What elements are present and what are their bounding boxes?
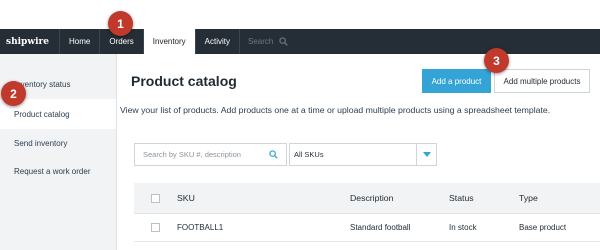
select-all-checkbox[interactable]: [151, 193, 160, 203]
search-icon[interactable]: [279, 37, 289, 46]
nav-item-activity[interactable]: Activity: [196, 29, 241, 54]
sku-search-input[interactable]: Search by SKU #, description: [134, 143, 287, 166]
nav-search[interactable]: Search: [240, 29, 296, 54]
column-header-status[interactable]: Status: [449, 193, 519, 203]
page-description: View your list of products. Add products…: [120, 105, 551, 115]
top-navbar: shipwire Home Orders Inventory Activity …: [0, 29, 600, 54]
add-product-button[interactable]: Add a product: [422, 69, 491, 93]
description-cell: Standard football: [350, 223, 411, 232]
add-multiple-products-button[interactable]: Add multiple products: [494, 69, 590, 93]
sku-cell[interactable]: FOOTBALL1: [177, 223, 350, 232]
search-icon[interactable]: [269, 150, 278, 159]
nav-item-home[interactable]: Home: [60, 29, 101, 54]
sku-filter-value: All SKUs: [294, 150, 324, 159]
table-row[interactable]: FOOTBALL1 Standard football In stock Bas…: [134, 214, 600, 242]
row-checkbox[interactable]: [151, 223, 160, 232]
main-content: Product catalog Add a product Add multip…: [117, 54, 600, 250]
column-header-type[interactable]: Type: [519, 193, 589, 203]
product-table: SKU Description Status Type FOOTBALL1 St…: [134, 183, 600, 242]
row-check-cell: [134, 223, 177, 232]
sidebar-item-send-inventory[interactable]: Send inventory: [0, 128, 116, 158]
chevron-down-icon[interactable]: [416, 144, 436, 165]
nav-item-inventory[interactable]: Inventory: [143, 29, 196, 54]
search-placeholder: Search by SKU #, description: [143, 150, 241, 159]
nav-search-placeholder: Search: [248, 37, 274, 46]
page-title: Product catalog: [131, 73, 237, 89]
select-all-cell: [134, 193, 177, 203]
step-callout-2: 2: [1, 81, 26, 106]
type-cell: Base product: [519, 223, 567, 232]
step-callout-3: 3: [484, 48, 509, 73]
sku-filter-select[interactable]: All SKUs: [289, 143, 437, 166]
status-cell: In stock: [449, 223, 477, 232]
step-callout-1: 1: [108, 11, 133, 36]
column-header-sku[interactable]: SKU: [177, 193, 350, 203]
shipwire-logo[interactable]: shipwire: [0, 29, 60, 54]
table-header-row: SKU Description Status Type: [134, 183, 600, 214]
sidebar-item-request-work-order[interactable]: Request a work order: [0, 156, 116, 186]
column-header-description[interactable]: Description: [350, 193, 449, 203]
top-strip: [0, 0, 600, 29]
